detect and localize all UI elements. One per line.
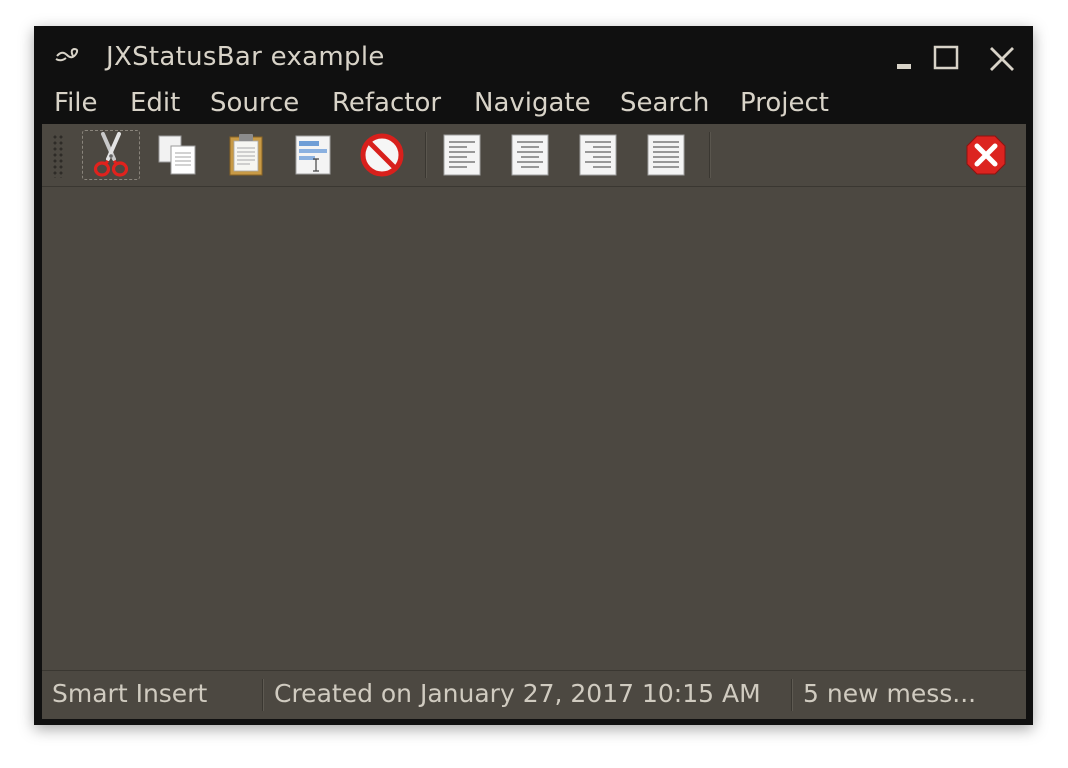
stop-icon: [360, 133, 404, 177]
menu-file[interactable]: File: [54, 88, 98, 118]
cut-button[interactable]: [82, 130, 140, 180]
align-right-button[interactable]: [569, 130, 627, 180]
toolbar-separator: [709, 132, 710, 178]
menu-refactor[interactable]: Refactor: [332, 88, 441, 118]
exit-button[interactable]: [957, 130, 1015, 180]
paste-button[interactable]: [217, 130, 275, 180]
copy-button[interactable]: [149, 130, 207, 180]
window-title: JXStatusBar example: [106, 42, 385, 72]
menu-navigate[interactable]: Navigate: [474, 88, 591, 118]
menu-source[interactable]: Source: [210, 88, 299, 118]
toolbar-separator: [425, 132, 426, 178]
menu-edit[interactable]: Edit: [130, 88, 180, 118]
cut-icon: [93, 132, 129, 177]
main-content-area: [42, 187, 1026, 671]
status-mode: Smart Insert: [52, 679, 208, 708]
status-separator: [262, 679, 263, 711]
copy-icon: [158, 135, 196, 175]
application-window: JXStatusBar example File Edit Source Ref…: [34, 26, 1033, 725]
find-replace-icon: [295, 135, 331, 175]
menu-project[interactable]: Project: [740, 88, 829, 118]
find-replace-button[interactable]: [285, 130, 343, 180]
align-left-button[interactable]: [433, 130, 491, 180]
minimize-button[interactable]: [892, 44, 922, 74]
menu-bar: File Edit Source Refactor Navigate Searc…: [34, 86, 1033, 124]
toolbar-drag-handle[interactable]: [52, 134, 64, 178]
align-justify-button[interactable]: [637, 130, 695, 180]
status-bar: Smart Insert Created on January 27, 2017…: [42, 670, 1026, 719]
status-created: Created on January 27, 2017 10:15 AM: [274, 679, 761, 708]
exit-icon: [966, 135, 1006, 175]
maximize-icon: [933, 45, 959, 70]
status-messages: 5 new mess...: [803, 679, 977, 708]
close-icon: [990, 47, 1014, 71]
java-app-icon: [54, 44, 84, 68]
title-bar[interactable]: JXStatusBar example: [34, 26, 1033, 86]
toolbar: [42, 124, 1026, 187]
menu-search[interactable]: Search: [620, 88, 709, 118]
align-right-icon: [579, 134, 617, 176]
stop-button[interactable]: [353, 130, 411, 180]
align-left-icon: [443, 134, 481, 176]
align-justify-icon: [647, 134, 685, 176]
close-button[interactable]: [987, 44, 1017, 74]
align-center-button[interactable]: [501, 130, 559, 180]
status-separator: [791, 679, 792, 711]
paste-icon: [229, 134, 263, 176]
minimize-icon: [897, 64, 911, 69]
align-center-icon: [511, 134, 549, 176]
content-panel: Smart Insert Created on January 27, 2017…: [42, 124, 1026, 719]
maximize-button[interactable]: [932, 44, 962, 74]
